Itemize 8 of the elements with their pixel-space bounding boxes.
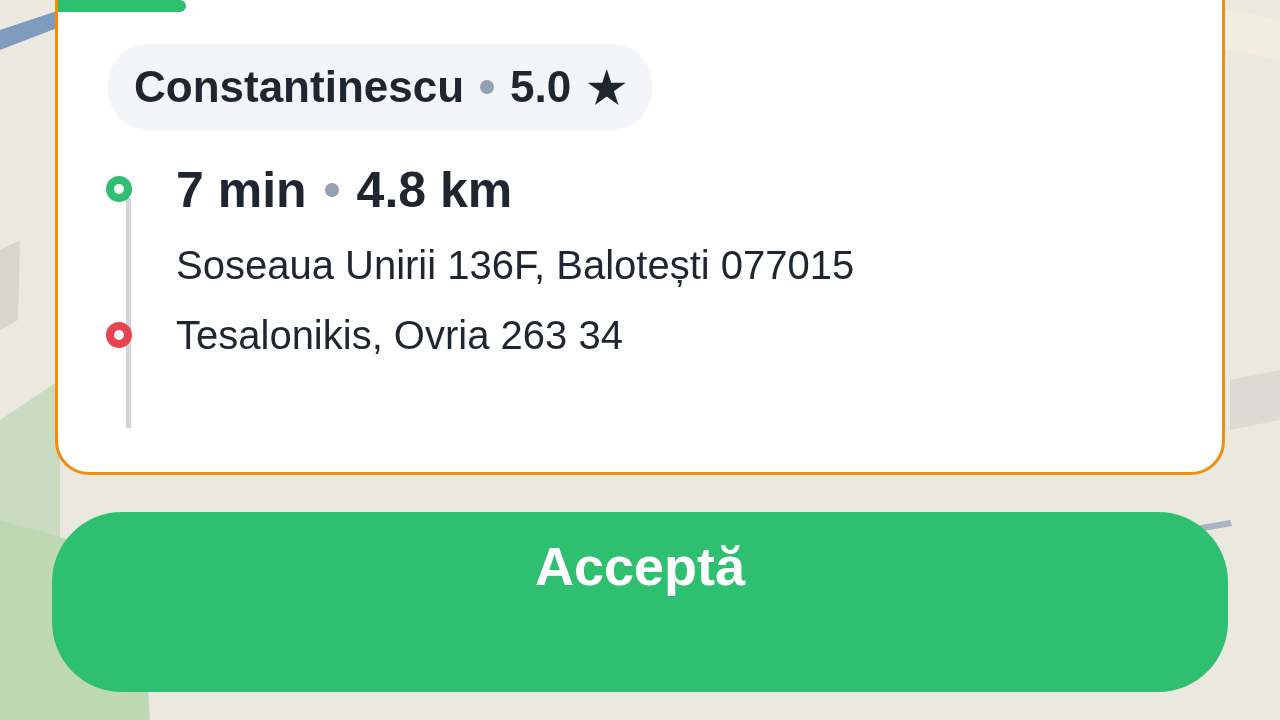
dropoff-address: Tesalonikis, Ovria 263 34 (176, 312, 624, 359)
pickup-address: Soseaua Unirii 136F, Balotești 077015 (176, 242, 856, 289)
accept-button[interactable]: Acceptă (52, 512, 1228, 692)
trip-eta: 7 min (176, 161, 307, 219)
rider-name: Constantinescu (134, 62, 465, 112)
trip-distance: 4.8 km (356, 161, 513, 219)
star-icon: ★ (587, 61, 627, 113)
rider-rating: 5.0 (510, 62, 572, 112)
